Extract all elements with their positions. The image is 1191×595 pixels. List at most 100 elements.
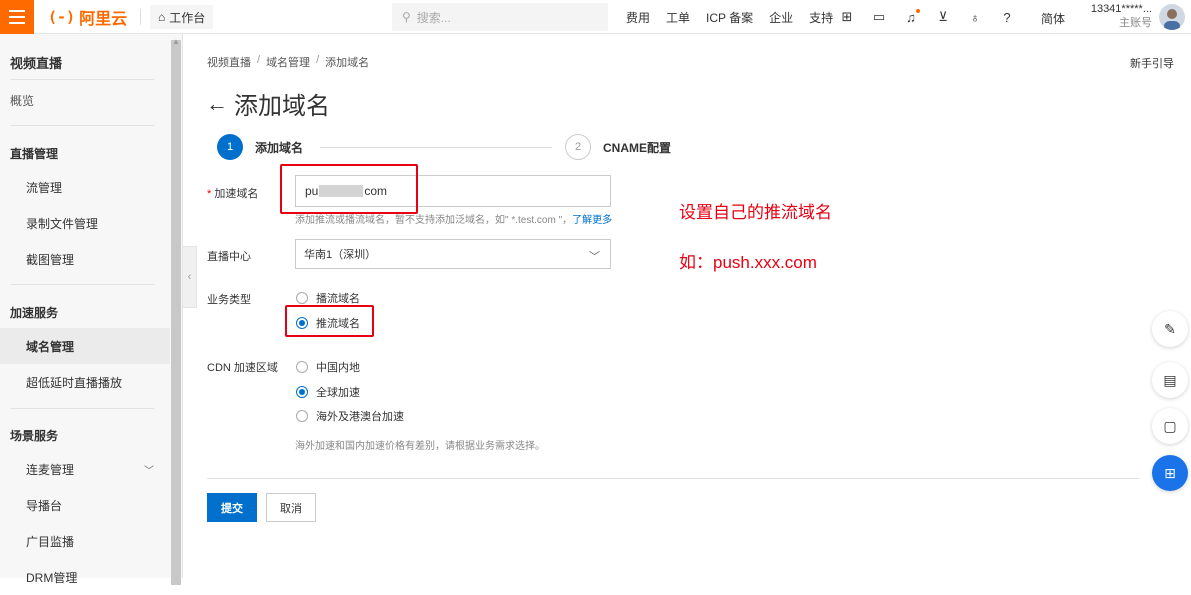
account-info[interactable]: 13341*****... 主账号	[1080, 2, 1152, 30]
chevron-down-icon: ﹀	[589, 251, 600, 263]
edit-icon[interactable]: ✎	[1152, 311, 1188, 347]
step-number: 1	[217, 134, 243, 160]
logo-text: 阿里云	[79, 11, 128, 28]
breadcrumb-separator: /	[316, 54, 320, 66]
sidebar-item-drm[interactable]: DRM管理	[0, 559, 170, 595]
radio-label: 中国内地	[316, 362, 360, 374]
breadcrumb-separator: /	[257, 54, 261, 66]
avatar[interactable]	[1159, 4, 1185, 30]
top-nav: 费用 工单 ICP 备案 企业 支持	[626, 0, 849, 34]
domain-label: * 加速域名	[207, 185, 258, 201]
biz-type-label: 业务类型	[207, 294, 251, 306]
guide-link[interactable]: 新手引导	[1130, 55, 1174, 71]
page-title-text: 添加域名	[234, 93, 330, 120]
workbench-button[interactable]: ⌂ 工作台	[150, 5, 214, 29]
top-bar: (-) 阿里云 ⌂ 工作台 ⚲ 搜索... 费用 工单 ICP 备案 企业 支持…	[0, 0, 1191, 34]
nav-icp[interactable]: ICP 备案	[706, 9, 753, 26]
bell-icon[interactable]: ♫	[902, 8, 920, 26]
page-title: ← 添加域名	[206, 86, 330, 121]
sidebar-item-mic[interactable]: 连麦管理 ﹀	[0, 451, 170, 487]
language-switch[interactable]: 简体	[1041, 10, 1065, 27]
cart-icon[interactable]: ⊻	[934, 8, 952, 26]
sidebar-scrollbar[interactable]	[171, 40, 181, 585]
search-input[interactable]: ⚲ 搜索...	[392, 3, 608, 31]
radio-label: 播流域名	[316, 293, 360, 305]
aliyun-logo[interactable]: (-) 阿里云	[48, 6, 127, 28]
sidebar-item-snapshot[interactable]: 截图管理	[0, 241, 170, 277]
learn-more-link[interactable]: 了解更多	[572, 215, 612, 226]
app-icon[interactable]: ⊞	[838, 8, 856, 26]
cdn-label: CDN 加速区域	[207, 362, 278, 374]
divider	[10, 79, 154, 80]
sidebar-item-domain[interactable]: 域名管理	[0, 328, 170, 364]
sidebar-group-live: 直播管理	[10, 147, 59, 161]
sidebar-item-record[interactable]: 录制文件管理	[0, 205, 170, 241]
radio-circle-selected	[296, 386, 308, 398]
center-value: 华南1（深圳）	[304, 249, 377, 261]
help-icon[interactable]: ?	[998, 8, 1016, 26]
radio-cdn-overseas[interactable]: 海外及港澳台加速	[296, 408, 404, 424]
submit-button[interactable]: 提交	[207, 493, 257, 522]
sidebar-item-overview[interactable]: 概览	[0, 82, 170, 118]
radio-label: 海外及港澳台加速	[316, 411, 404, 423]
sidebar: 视频直播 概览 直播管理 流管理 录制文件管理 截图管理 加速服务 域名管理 超…	[0, 34, 183, 585]
sidebar-group-scene: 场景服务	[10, 429, 59, 443]
nav-fee[interactable]: 费用	[626, 9, 650, 26]
nav-support[interactable]: 支持	[809, 9, 833, 26]
radio-circle	[296, 361, 308, 373]
account-name: 13341*****...	[1090, 3, 1152, 15]
radio-cdn-global[interactable]: 全球加速	[296, 384, 360, 400]
step-label: CNAME配置	[603, 140, 671, 155]
annotation-text-2: 如：push.xxx.com	[679, 253, 817, 272]
divider	[207, 478, 1139, 479]
cancel-button[interactable]: 取消	[266, 493, 316, 522]
sidebar-item-monitor[interactable]: 广目监播	[0, 523, 170, 559]
chat-icon[interactable]: ▢	[1152, 408, 1188, 444]
sidebar-item-director[interactable]: 导播台	[0, 487, 170, 523]
logo-mark: (-)	[48, 8, 76, 26]
sidebar-item-label: 连麦管理	[26, 462, 75, 477]
annotation-box-domain	[280, 164, 418, 214]
domain-label-text: 加速域名	[214, 188, 259, 200]
annotation-box-push	[285, 305, 374, 337]
sidebar-item-low-latency[interactable]: 超低延时直播播放	[0, 364, 170, 400]
doc-icon[interactable]: ▤	[1152, 362, 1188, 398]
step-2: 2 CNAME配置	[565, 134, 671, 160]
nav-enterprise[interactable]: 企业	[769, 9, 793, 26]
home-icon: ⌂	[158, 10, 166, 24]
required-mark: *	[207, 188, 212, 200]
radio-circle	[296, 410, 308, 422]
center-select[interactable]: 华南1（深圳） ﹀	[295, 239, 611, 269]
domain-hint-text: 添加推流或播流域名，暂不支持添加泛域名，如" *.test.com "，	[295, 215, 573, 226]
step-connector	[320, 147, 552, 148]
radio-label: 全球加速	[316, 387, 360, 399]
radio-cdn-mainland[interactable]: 中国内地	[296, 359, 360, 375]
divider	[10, 125, 154, 126]
apps-icon[interactable]: ⊞	[1152, 455, 1188, 491]
search-placeholder: 搜索...	[416, 10, 451, 25]
scroll-up-icon[interactable]: ▲	[172, 38, 180, 46]
radio-play-domain[interactable]: 播流域名	[296, 290, 360, 306]
menu-icon[interactable]	[0, 0, 34, 34]
step-1: 1 添加域名	[217, 134, 303, 160]
annotation-text-1: 设置自己的推流域名	[679, 203, 832, 222]
nav-ticket[interactable]: 工单	[666, 9, 690, 26]
bulb-icon[interactable]: ♁	[966, 8, 984, 26]
radio-circle	[296, 292, 308, 304]
terminal-icon[interactable]: ▭	[870, 8, 888, 26]
back-arrow-icon[interactable]: ←	[206, 91, 228, 117]
cdn-note: 海外加速和国内加速价格有差别，请根据业务需求选择。	[295, 441, 545, 452]
collapse-sidebar-button[interactable]: ‹	[183, 246, 197, 308]
center-label: 直播中心	[207, 251, 251, 263]
chevron-left-icon: ‹	[187, 271, 192, 283]
sidebar-group-accel: 加速服务	[10, 306, 59, 320]
top-icons: ⊞ ▭ ♫ ⊻ ♁ ?	[838, 0, 1016, 34]
divider	[140, 9, 141, 25]
divider	[10, 408, 154, 409]
chevron-down-icon: ﹀	[144, 465, 154, 477]
account-type: 主账号	[1119, 17, 1152, 29]
sidebar-title: 视频直播	[10, 56, 63, 71]
breadcrumb-item[interactable]: 域名管理	[266, 54, 310, 70]
breadcrumb-item[interactable]: 视频直播	[207, 54, 251, 70]
sidebar-item-stream[interactable]: 流管理	[0, 169, 170, 205]
